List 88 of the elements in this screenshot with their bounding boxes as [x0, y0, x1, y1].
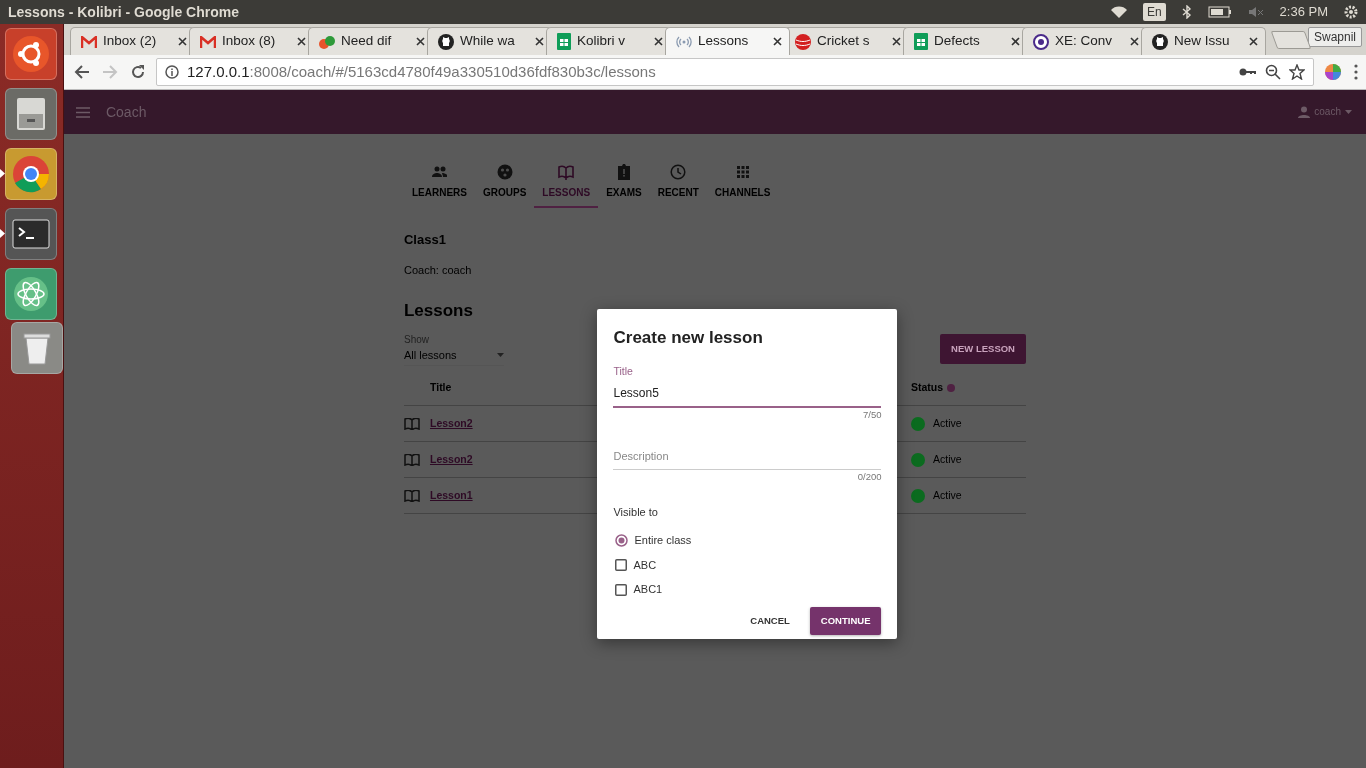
- option-label: Entire class: [634, 533, 692, 549]
- launcher-button[interactable]: [11, 322, 64, 374]
- gear-icon[interactable]: [1344, 5, 1358, 19]
- mail-icon: [199, 35, 216, 48]
- book-icon: [404, 489, 420, 502]
- cat-icon: [437, 33, 454, 50]
- class-name: Class1: [404, 231, 447, 249]
- cancel-button[interactable]: CANCEL: [738, 605, 802, 636]
- mail-icon: [80, 35, 97, 48]
- forward-arrow-icon: [101, 64, 118, 80]
- clock[interactable]: 2:36 PM: [1279, 2, 1328, 22]
- people-icon: [431, 164, 448, 180]
- book-icon: [404, 417, 420, 430]
- dialog-title: Create new lesson: [613, 326, 764, 349]
- close-icon[interactable]: [415, 37, 425, 46]
- status-text: Active: [933, 415, 962, 431]
- color-wheel-icon: [1324, 63, 1342, 81]
- grid-icon: [734, 164, 751, 180]
- window-title: Lessons - Kolibri - Google Chrome: [8, 2, 240, 22]
- coach-line: Coach: coach: [404, 262, 473, 278]
- zoom-icon[interactable]: [1265, 64, 1281, 80]
- checkbox[interactable]: [615, 559, 628, 571]
- extension-button[interactable]: [1322, 61, 1344, 83]
- radio-button[interactable]: [615, 534, 629, 547]
- clock-icon: [670, 164, 687, 180]
- person-icon: [1298, 106, 1311, 118]
- info-icon: [164, 65, 179, 79]
- close-icon[interactable]: [1010, 37, 1020, 46]
- book-icon: [404, 453, 420, 466]
- bluetooth-icon[interactable]: [1181, 5, 1192, 19]
- ubuntu-logo-icon: [11, 34, 52, 74]
- column-header: Status: [911, 379, 944, 395]
- chrome-logo-icon: [11, 154, 52, 194]
- checkbox[interactable]: [615, 583, 628, 596]
- menu-icon[interactable]: [75, 106, 90, 118]
- option-label: ABC1: [633, 582, 663, 598]
- speaker-muted-icon[interactable]: [1247, 6, 1264, 18]
- continue-button[interactable]: CONTINUE: [809, 606, 882, 635]
- description-field[interactable]: Description: [613, 446, 882, 470]
- info-icon: [947, 383, 956, 392]
- address-bar[interactable]: 127.0.0.1:8008/coach/#/5163cd4780f49a330510d36fdf830b3c/lessons: [155, 58, 1314, 86]
- launcher-button[interactable]: [5, 88, 58, 140]
- keyboard-indicator[interactable]: En: [1142, 3, 1166, 21]
- close-icon[interactable]: [1248, 37, 1258, 46]
- close-icon[interactable]: [1129, 37, 1139, 46]
- visible-to-label: Visible to: [613, 504, 659, 520]
- new-lesson-button[interactable]: NEW LESSON: [940, 333, 1026, 364]
- wifi-icon[interactable]: [1110, 6, 1127, 18]
- status-text: Active: [933, 451, 962, 467]
- caret-icon: [1345, 110, 1352, 114]
- battery-icon[interactable]: [1207, 6, 1232, 18]
- browser-tab[interactable]: Lessons: [664, 27, 790, 55]
- spreadsheet-icon: [556, 33, 571, 50]
- ball-icon: [794, 33, 811, 50]
- option-label: ABC: [633, 557, 657, 573]
- status-text: Active: [933, 487, 962, 503]
- spreadsheet-icon: [913, 33, 928, 50]
- close-icon[interactable]: [653, 37, 663, 46]
- clipboard-icon: [615, 164, 632, 180]
- back-arrow-icon: [73, 64, 90, 80]
- caret-icon: [497, 352, 504, 357]
- key-icon[interactable]: [1239, 67, 1257, 77]
- character-counter: 7/50: [862, 407, 882, 422]
- launcher-button[interactable]: [5, 208, 58, 260]
- close-icon[interactable]: [177, 37, 187, 46]
- browser-tab[interactable]: New Issu: [1140, 27, 1266, 55]
- coin-icon: [1032, 33, 1049, 50]
- book-icon: [558, 164, 575, 180]
- reload-icon: [129, 64, 146, 80]
- launcher-button[interactable]: [5, 28, 58, 80]
- launcher-button[interactable]: [5, 148, 58, 200]
- close-icon[interactable]: [891, 37, 901, 46]
- circle-dots-icon: [496, 164, 513, 180]
- blob-icon: [318, 33, 335, 50]
- close-icon[interactable]: [296, 37, 306, 46]
- title-field[interactable]: Title Lesson5: [613, 364, 882, 408]
- menu-icon: [1354, 64, 1358, 80]
- cat-icon: [1151, 33, 1168, 50]
- profile-button[interactable]: Swapnil: [1307, 27, 1362, 47]
- character-counter: 0/200: [856, 469, 882, 484]
- section-title: Lessons: [404, 300, 474, 322]
- close-icon[interactable]: [772, 37, 782, 46]
- column-header: Title: [430, 379, 452, 395]
- launcher-button[interactable]: [5, 268, 58, 320]
- close-icon[interactable]: [534, 37, 544, 46]
- menu-button[interactable]: [1352, 62, 1360, 82]
- star-icon[interactable]: [1289, 64, 1305, 80]
- app-title: Coach: [105, 102, 147, 122]
